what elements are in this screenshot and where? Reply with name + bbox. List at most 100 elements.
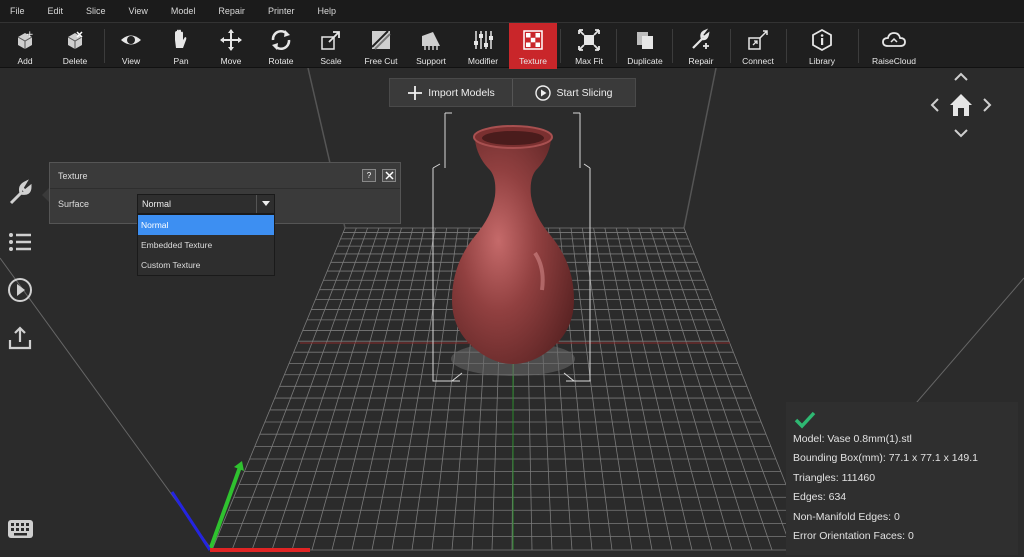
tool-label: Move bbox=[220, 56, 242, 66]
model-name: Model: Vase 0.8mm(1).stl bbox=[793, 433, 912, 445]
connect-button[interactable]: Connect bbox=[733, 23, 783, 69]
max-fit-button[interactable]: Max Fit bbox=[564, 23, 614, 69]
axis-gizmo bbox=[170, 461, 310, 552]
add-cube-icon: + bbox=[12, 27, 38, 53]
tool-label: Max Fit bbox=[575, 56, 603, 66]
start-slicing-button[interactable]: Start Slicing bbox=[512, 79, 635, 106]
close-icon bbox=[384, 171, 394, 180]
repair-wrench-icon bbox=[688, 27, 714, 53]
tool-label: RaiseCloud bbox=[872, 56, 916, 66]
move-button[interactable]: Move bbox=[206, 23, 256, 69]
menu-file[interactable]: File bbox=[6, 6, 35, 16]
duplicate-icon bbox=[632, 27, 658, 53]
pan-button[interactable]: Pan bbox=[156, 23, 206, 69]
repair-button[interactable]: Repair bbox=[676, 23, 726, 69]
ok-check-icon bbox=[793, 410, 1011, 430]
tool-label: Modifier bbox=[467, 56, 499, 66]
menu-printer[interactable]: Printer bbox=[264, 6, 305, 16]
scale-button[interactable]: Scale bbox=[306, 23, 356, 69]
help-button[interactable]: ? bbox=[362, 169, 376, 182]
free-cut-button[interactable]: Free Cut bbox=[356, 23, 406, 69]
nav-left-icon[interactable] bbox=[930, 98, 939, 112]
rotate-icon bbox=[268, 27, 294, 53]
vase-model[interactable] bbox=[452, 140, 574, 364]
connect-icon bbox=[745, 27, 771, 53]
surface-select[interactable]: Normal bbox=[137, 194, 275, 214]
keyboard-icon[interactable] bbox=[7, 519, 34, 539]
toolbar-separator bbox=[858, 29, 859, 63]
repair-wrench-side-icon[interactable] bbox=[4, 177, 36, 209]
cloud-icon bbox=[881, 27, 907, 53]
duplicate-button[interactable]: Duplicate bbox=[620, 23, 670, 69]
import-models-label: Import Models bbox=[428, 86, 495, 99]
raisecloud-button[interactable]: RaiseCloud bbox=[864, 23, 924, 69]
nav-right-icon[interactable] bbox=[983, 98, 992, 112]
close-button[interactable] bbox=[382, 169, 396, 182]
export-side-icon[interactable] bbox=[4, 322, 36, 354]
tool-label: Add bbox=[17, 56, 33, 66]
surface-option-custom[interactable]: Custom Texture bbox=[138, 255, 274, 275]
view-button[interactable]: View bbox=[106, 23, 156, 69]
list-side-icon[interactable] bbox=[4, 226, 36, 258]
library-button[interactable]: Library bbox=[797, 23, 847, 69]
library-info-icon bbox=[809, 27, 835, 53]
tool-label: Scale bbox=[320, 56, 342, 66]
tool-label: Support bbox=[416, 56, 446, 66]
rotate-button[interactable]: Rotate bbox=[256, 23, 306, 69]
model-action-bar: Import Models Start Slicing bbox=[389, 78, 636, 107]
max-fit-icon bbox=[576, 27, 602, 53]
non-manifold-edges: Non-Manifold Edges: 0 bbox=[793, 510, 900, 523]
modifier-sliders-icon bbox=[470, 27, 496, 53]
nav-up-icon[interactable] bbox=[954, 72, 968, 81]
scale-icon bbox=[318, 27, 344, 53]
eye-icon bbox=[118, 27, 144, 53]
tool-label: Duplicate bbox=[627, 56, 663, 66]
toolbar-separator bbox=[560, 29, 561, 63]
nav-down-icon[interactable] bbox=[954, 129, 968, 138]
support-button[interactable]: Support bbox=[406, 23, 456, 69]
plus-icon bbox=[407, 85, 423, 101]
modifier-button[interactable]: Modifier bbox=[458, 23, 508, 69]
tool-label: Pan bbox=[173, 56, 189, 66]
toolbar-separator bbox=[616, 29, 617, 63]
tool-label: Rotate bbox=[268, 56, 294, 66]
chevron-down-icon[interactable] bbox=[256, 195, 274, 213]
tool-label: Delete bbox=[62, 56, 88, 66]
tool-label: Texture bbox=[519, 56, 547, 66]
surface-option-normal[interactable]: Normal bbox=[138, 215, 274, 235]
panel-pointer bbox=[42, 188, 49, 202]
menu-help[interactable]: Help bbox=[313, 6, 346, 16]
free-cut-icon bbox=[368, 27, 394, 53]
texture-checker-icon bbox=[520, 27, 546, 53]
play-circle-icon bbox=[535, 84, 552, 101]
menu-edit[interactable]: Edit bbox=[44, 6, 74, 16]
surface-select-value: Normal bbox=[142, 199, 172, 209]
menu-model[interactable]: Model bbox=[167, 6, 206, 16]
texture-panel-header: Texture ? bbox=[50, 163, 400, 189]
support-icon bbox=[418, 27, 444, 53]
play-side-icon[interactable] bbox=[4, 274, 36, 306]
delete-cube-icon bbox=[62, 27, 88, 53]
import-models-button[interactable]: Import Models bbox=[390, 79, 512, 106]
menu-bar: File Edit Slice View Model Repair Printe… bbox=[0, 0, 1024, 22]
add-button[interactable]: + Add bbox=[0, 23, 50, 69]
triangles-count: Triangles: 111460 bbox=[793, 471, 876, 484]
hand-icon bbox=[168, 27, 194, 53]
tool-label: View bbox=[121, 56, 141, 66]
edges-count: Edges: 634 bbox=[793, 491, 847, 504]
menu-view[interactable]: View bbox=[125, 6, 158, 16]
menu-slice[interactable]: Slice bbox=[82, 6, 116, 16]
surface-label: Surface bbox=[58, 199, 90, 209]
tool-label: Library bbox=[809, 56, 835, 66]
bounding-box: Bounding Box(mm): 77.1 x 77.1 x 149.1 bbox=[793, 452, 979, 465]
svg-text:+: + bbox=[26, 30, 34, 40]
surface-option-embedded[interactable]: Embedded Texture bbox=[138, 235, 274, 255]
menu-repair[interactable]: Repair bbox=[214, 6, 255, 16]
toolbar: + Add Delete View Pan Move Rotate Scale … bbox=[0, 22, 1024, 69]
toolbar-separator bbox=[786, 29, 787, 63]
delete-button[interactable]: Delete bbox=[50, 23, 100, 69]
move-arrows-icon bbox=[218, 27, 244, 53]
texture-button[interactable]: Texture bbox=[509, 23, 557, 69]
tool-label: Free Cut bbox=[364, 56, 398, 66]
home-icon[interactable] bbox=[950, 94, 972, 116]
